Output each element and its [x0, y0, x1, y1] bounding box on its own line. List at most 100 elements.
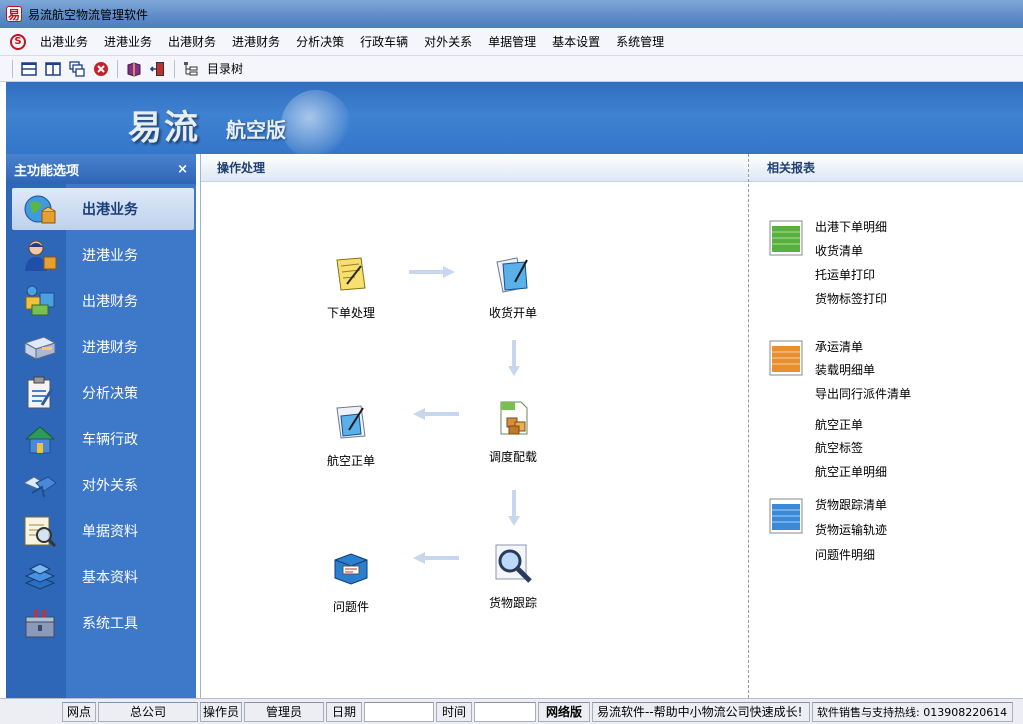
status-spacer: [2, 701, 60, 722]
flow-label: 收货开单: [488, 306, 537, 320]
report-loading-detail[interactable]: 装载明细单: [815, 361, 875, 378]
menu-outbound[interactable]: 出港业务: [32, 28, 96, 56]
reports-panel: 相关报表 出港下单明细 收货清单 托运单打印 货物标签打印 承运清单 装载明细单…: [748, 154, 1023, 698]
flow-order-processing[interactable]: 下单处理: [311, 250, 391, 321]
nav-item-inbound[interactable]: 进港业务: [12, 234, 194, 276]
directory-tree-label[interactable]: 目录树: [207, 60, 243, 77]
nav-item-outbound[interactable]: 出港业务: [12, 188, 194, 230]
flow-air-waybill[interactable]: 航空正单: [311, 398, 391, 469]
nav-item-vehicles[interactable]: 车辆行政: [12, 418, 194, 460]
nav-item-external[interactable]: 对外关系: [12, 464, 194, 506]
report-receiving-list[interactable]: 收货清单: [815, 242, 863, 259]
report-cargo-tracking-list[interactable]: 货物跟踪清单: [815, 496, 887, 513]
menu-analysis[interactable]: 分析决策: [288, 28, 352, 56]
dispatch-boxes-icon: [489, 394, 537, 442]
flow-dispatch-loading[interactable]: 调度配载: [473, 394, 553, 465]
operations-header: 操作处理: [201, 154, 748, 182]
orange-report-icon: [769, 340, 803, 376]
nav-item-documents[interactable]: 单据资料: [12, 510, 194, 552]
status-time-value: [474, 701, 536, 722]
status-outlet-value: 总公司: [98, 701, 198, 722]
toolbar-separator: [117, 59, 118, 78]
nav-item-label: 进港财务: [82, 340, 138, 356]
green-report-icon: [769, 220, 803, 256]
menu-system[interactable]: 系统管理: [608, 28, 672, 56]
logout-button[interactable]: [148, 59, 168, 79]
report-cargo-label-print[interactable]: 货物标签打印: [815, 290, 887, 307]
tile-horizontal-button[interactable]: [19, 59, 39, 79]
arrow-down-icon: [508, 340, 520, 376]
menu-vehicles[interactable]: 行政车辆: [352, 28, 416, 56]
tile-vertical-button[interactable]: [43, 59, 63, 79]
report-problem-detail[interactable]: 问题件明细: [815, 546, 875, 563]
report-outbound-order-detail[interactable]: 出港下单明细: [815, 218, 887, 235]
flow-label: 下单处理: [326, 306, 375, 320]
status-outlet-label: 网点: [62, 701, 96, 722]
nav-item-analysis[interactable]: 分析决策: [12, 372, 194, 414]
report-export-peer-dispatch[interactable]: 导出同行派件清单: [815, 385, 911, 402]
menu-inbound-finance[interactable]: 进港财务: [224, 28, 288, 56]
directory-tree-button[interactable]: [181, 59, 201, 79]
flow-cargo-tracking[interactable]: 货物跟踪: [473, 540, 553, 611]
flow-problem-item[interactable]: 问题件: [311, 544, 391, 615]
arrow-down-icon: [508, 490, 520, 526]
cascade-icon: [69, 60, 85, 77]
clipboard-icon: [20, 373, 60, 413]
status-edition: 网络版: [538, 701, 590, 722]
nav-item-label: 出港业务: [82, 202, 138, 218]
status-date-label: 日期: [326, 701, 362, 722]
arrow-left-icon: [413, 408, 459, 420]
help-book-button[interactable]: [124, 59, 144, 79]
cascade-button[interactable]: [67, 59, 87, 79]
finance-boxes-icon: [20, 281, 60, 321]
nav-item-label: 对外关系: [82, 478, 138, 494]
tree-icon: [184, 61, 198, 75]
power-icon: [94, 61, 108, 76]
close-icon[interactable]: ×: [177, 162, 188, 177]
banner: 易流 航空版: [6, 82, 1023, 154]
main-function-list: 出港业务 进港业务 出港财务 进港财务 分析决策 车辆行政 对外关系 单据资料 …: [6, 184, 196, 698]
order-note-icon: [327, 250, 375, 298]
report-consignment-print[interactable]: 托运单打印: [815, 266, 875, 283]
status-operator-value: 管理员: [244, 701, 324, 722]
tile-horizontal-icon: [21, 61, 37, 76]
status-time-label: 时间: [436, 701, 472, 722]
flow-receive-bill[interactable]: 收货开单: [473, 250, 553, 321]
nav-item-outbound-finance[interactable]: 出港财务: [12, 280, 194, 322]
house-icon: [20, 419, 60, 459]
report-air-waybill[interactable]: 航空正单: [815, 416, 863, 433]
report-air-label[interactable]: 航空标签: [815, 439, 863, 456]
receive-document-icon: [489, 250, 537, 298]
main-function-title: 主功能选项: [14, 163, 80, 179]
magnifier-graphic: [281, 90, 351, 154]
handshake-icon: [20, 465, 60, 505]
menu-inbound[interactable]: 进港业务: [96, 28, 160, 56]
menu-settings[interactable]: 基本设置: [544, 28, 608, 56]
report-cargo-trajectory[interactable]: 货物运输轨迹: [815, 521, 887, 538]
door-exit-icon: [150, 61, 164, 76]
arrow-left-icon: [413, 552, 459, 564]
menu-documents[interactable]: 单据管理: [480, 28, 544, 56]
nav-item-label: 车辆行政: [82, 432, 138, 448]
nav-item-label: 基本资料: [82, 570, 138, 586]
status-hotline: 软件销售与支持热线: 013908220614: [812, 701, 1013, 722]
menu-external[interactable]: 对外关系: [416, 28, 480, 56]
exit-button[interactable]: [91, 59, 111, 79]
report-carrier-list[interactable]: 承运清单: [815, 338, 863, 355]
menu-logo-icon: S: [10, 33, 26, 50]
main-function-header: 主功能选项 ×: [6, 154, 196, 184]
problem-box-icon: [327, 544, 375, 592]
report-air-waybill-detail[interactable]: 航空正单明细: [815, 463, 887, 480]
reports-header: 相关报表: [749, 154, 1023, 182]
main-function-panel: 主功能选项 × 出港业务 进港业务 出港财务 进港财务 分析决策 车辆行政 对外…: [6, 154, 196, 698]
toolbar-separator: [174, 59, 175, 78]
nav-item-label: 进港业务: [82, 248, 138, 264]
nav-item-inbound-finance[interactable]: 进港财务: [12, 326, 194, 368]
flow-label: 航空正单: [326, 454, 375, 468]
nav-item-system-tools[interactable]: 系统工具: [12, 602, 194, 644]
app-logo-icon: 易: [6, 6, 22, 22]
status-slogan: 易流软件--帮助中小物流公司快速成长!: [592, 701, 810, 722]
menu-outbound-finance[interactable]: 出港财务: [160, 28, 224, 56]
nav-item-basic-data[interactable]: 基本资料: [12, 556, 194, 598]
banner-title: 易流: [128, 108, 200, 148]
